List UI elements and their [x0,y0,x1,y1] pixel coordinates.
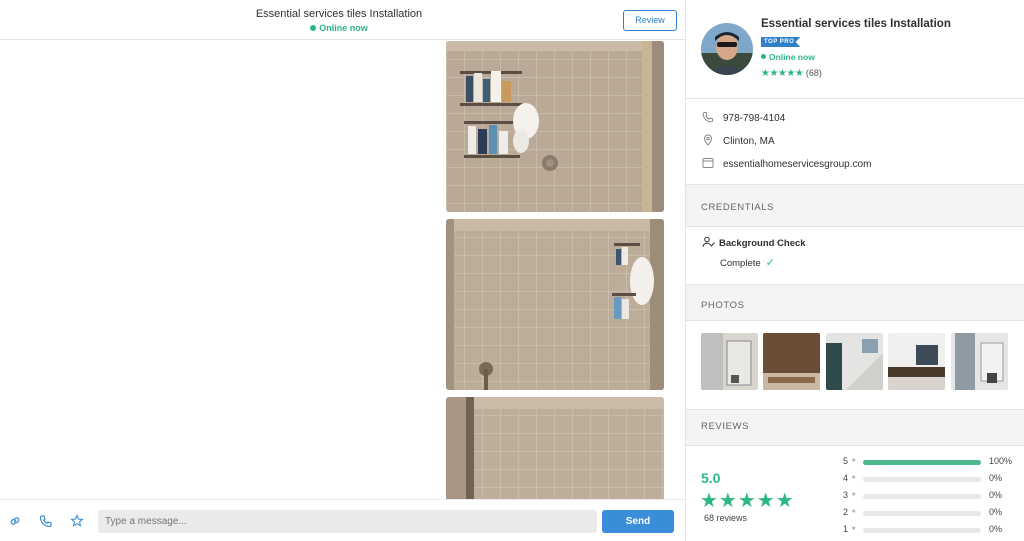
phone-icon[interactable] [39,514,53,528]
photo-thumbnail[interactable] [826,333,883,390]
photo-thumbnail[interactable] [951,333,1008,390]
message-composer: Send [0,499,685,541]
rating-bar-percent: 0% [989,507,1003,517]
reviews-count: 68 reviews [704,513,748,523]
rating-bar-row: 1 ★ 0% [843,524,1023,536]
photo-thumbnail[interactable] [888,333,945,390]
star-icon: ★ [851,509,857,515]
credential-status-text: Complete [720,258,761,269]
rating-bar-star-label: 4 [843,473,849,483]
photo-thumbnail[interactable] [701,333,758,390]
link-icon[interactable] [8,514,22,528]
rating-bar-track [863,460,981,465]
website-icon [702,158,714,168]
rating-bar-row: 2 ★ 0% [843,507,1023,519]
overall-stars-icon: ★★★★★ [700,490,795,512]
rating-bar-row: 5 ★ 100% [843,456,1023,468]
divider [686,284,1024,285]
star-icon: ★ [851,458,857,464]
pro-online-status: Online now [761,52,815,62]
rating-bar-star-label: 3 [843,490,849,500]
rating-stars-icon: ★★★★★ [761,68,804,79]
chat-online-status: Online now [0,23,678,33]
reviews-heading: REVIEWS [701,421,750,432]
website-link[interactable]: essentialhomeservicesgroup.com [723,159,871,170]
contact-phone[interactable]: 978-798-4104 [702,111,785,124]
rating-bar-row: 4 ★ 0% [843,473,1023,485]
chat-photo-shower-3[interactable] [446,397,664,507]
chat-photo-shower-2[interactable] [446,219,664,390]
pro-rating-summary: ★★★★★ (68) [761,68,822,79]
rating-bar-star-label: 5 [843,456,849,466]
message-input[interactable] [98,510,597,533]
credentials-heading: CREDENTIALS [701,202,775,213]
location-icon [703,134,713,146]
chat-photo-shower-1[interactable] [446,41,664,212]
checkmark-icon: ✓ [765,257,775,269]
divider [686,445,1024,446]
chat-pane: Essential services tiles Installation On… [0,0,685,541]
chat-header: Essential services tiles Installation On… [0,0,685,40]
divider [686,226,1024,227]
chat-status-text: Online now [319,23,368,33]
photos-heading: PHOTOS [701,300,745,311]
rating-bar-row: 3 ★ 0% [843,490,1023,502]
overall-rating: 5.0 [701,470,721,486]
location-text: Clinton, MA [723,136,775,147]
rating-bar-track [863,477,981,482]
rating-bar-percent: 0% [989,490,1003,500]
rating-bar-percent: 0% [989,524,1003,534]
rating-bar-track [863,494,981,499]
rating-bar-percent: 0% [989,473,1003,483]
star-icon: ★ [851,475,857,481]
contact-website[interactable]: essentialhomeservicesgroup.com [702,157,871,170]
top-pro-badge: TOP PRO [761,37,801,47]
pro-name: Essential services tiles Installation [761,18,951,30]
contact-location: Clinton, MA [702,134,775,147]
chat-title: Essential services tiles Installation [255,8,423,20]
rating-bar-star-label: 1 [843,524,849,534]
divider [686,409,1024,410]
avatar [701,23,753,75]
rating-bar-star-label: 2 [843,507,849,517]
online-dot-icon [310,25,317,31]
divider [686,320,1024,321]
star-icon: ★ [851,526,857,532]
rating-bar-fill [863,460,981,465]
phone-icon [702,112,713,123]
divider [686,184,1024,185]
star-icon[interactable] [70,514,84,528]
send-button[interactable]: Send [602,510,674,533]
rating-bar-percent: 100% [989,456,1013,466]
online-dot-icon [761,54,766,59]
photo-thumbnail[interactable] [763,333,820,390]
pro-status-text: Online now [769,52,815,62]
background-check-status: Complete ✓ [720,256,775,269]
credential-label: Background Check [719,238,806,249]
rating-bar-track [863,528,981,533]
person-check-icon [702,236,715,248]
rating-bar-track [863,511,981,516]
app: Essential services tiles Installation On… [0,0,1024,541]
background-check-title: Background Check [702,236,806,249]
review-button[interactable]: Review [623,10,677,31]
divider [686,98,1024,99]
pro-review-count: (68) [805,68,822,78]
pro-profile-sidebar: Essential services tiles Installation TO… [685,0,1024,541]
phone-number: 978-798-4104 [723,113,786,124]
star-icon: ★ [851,492,857,498]
